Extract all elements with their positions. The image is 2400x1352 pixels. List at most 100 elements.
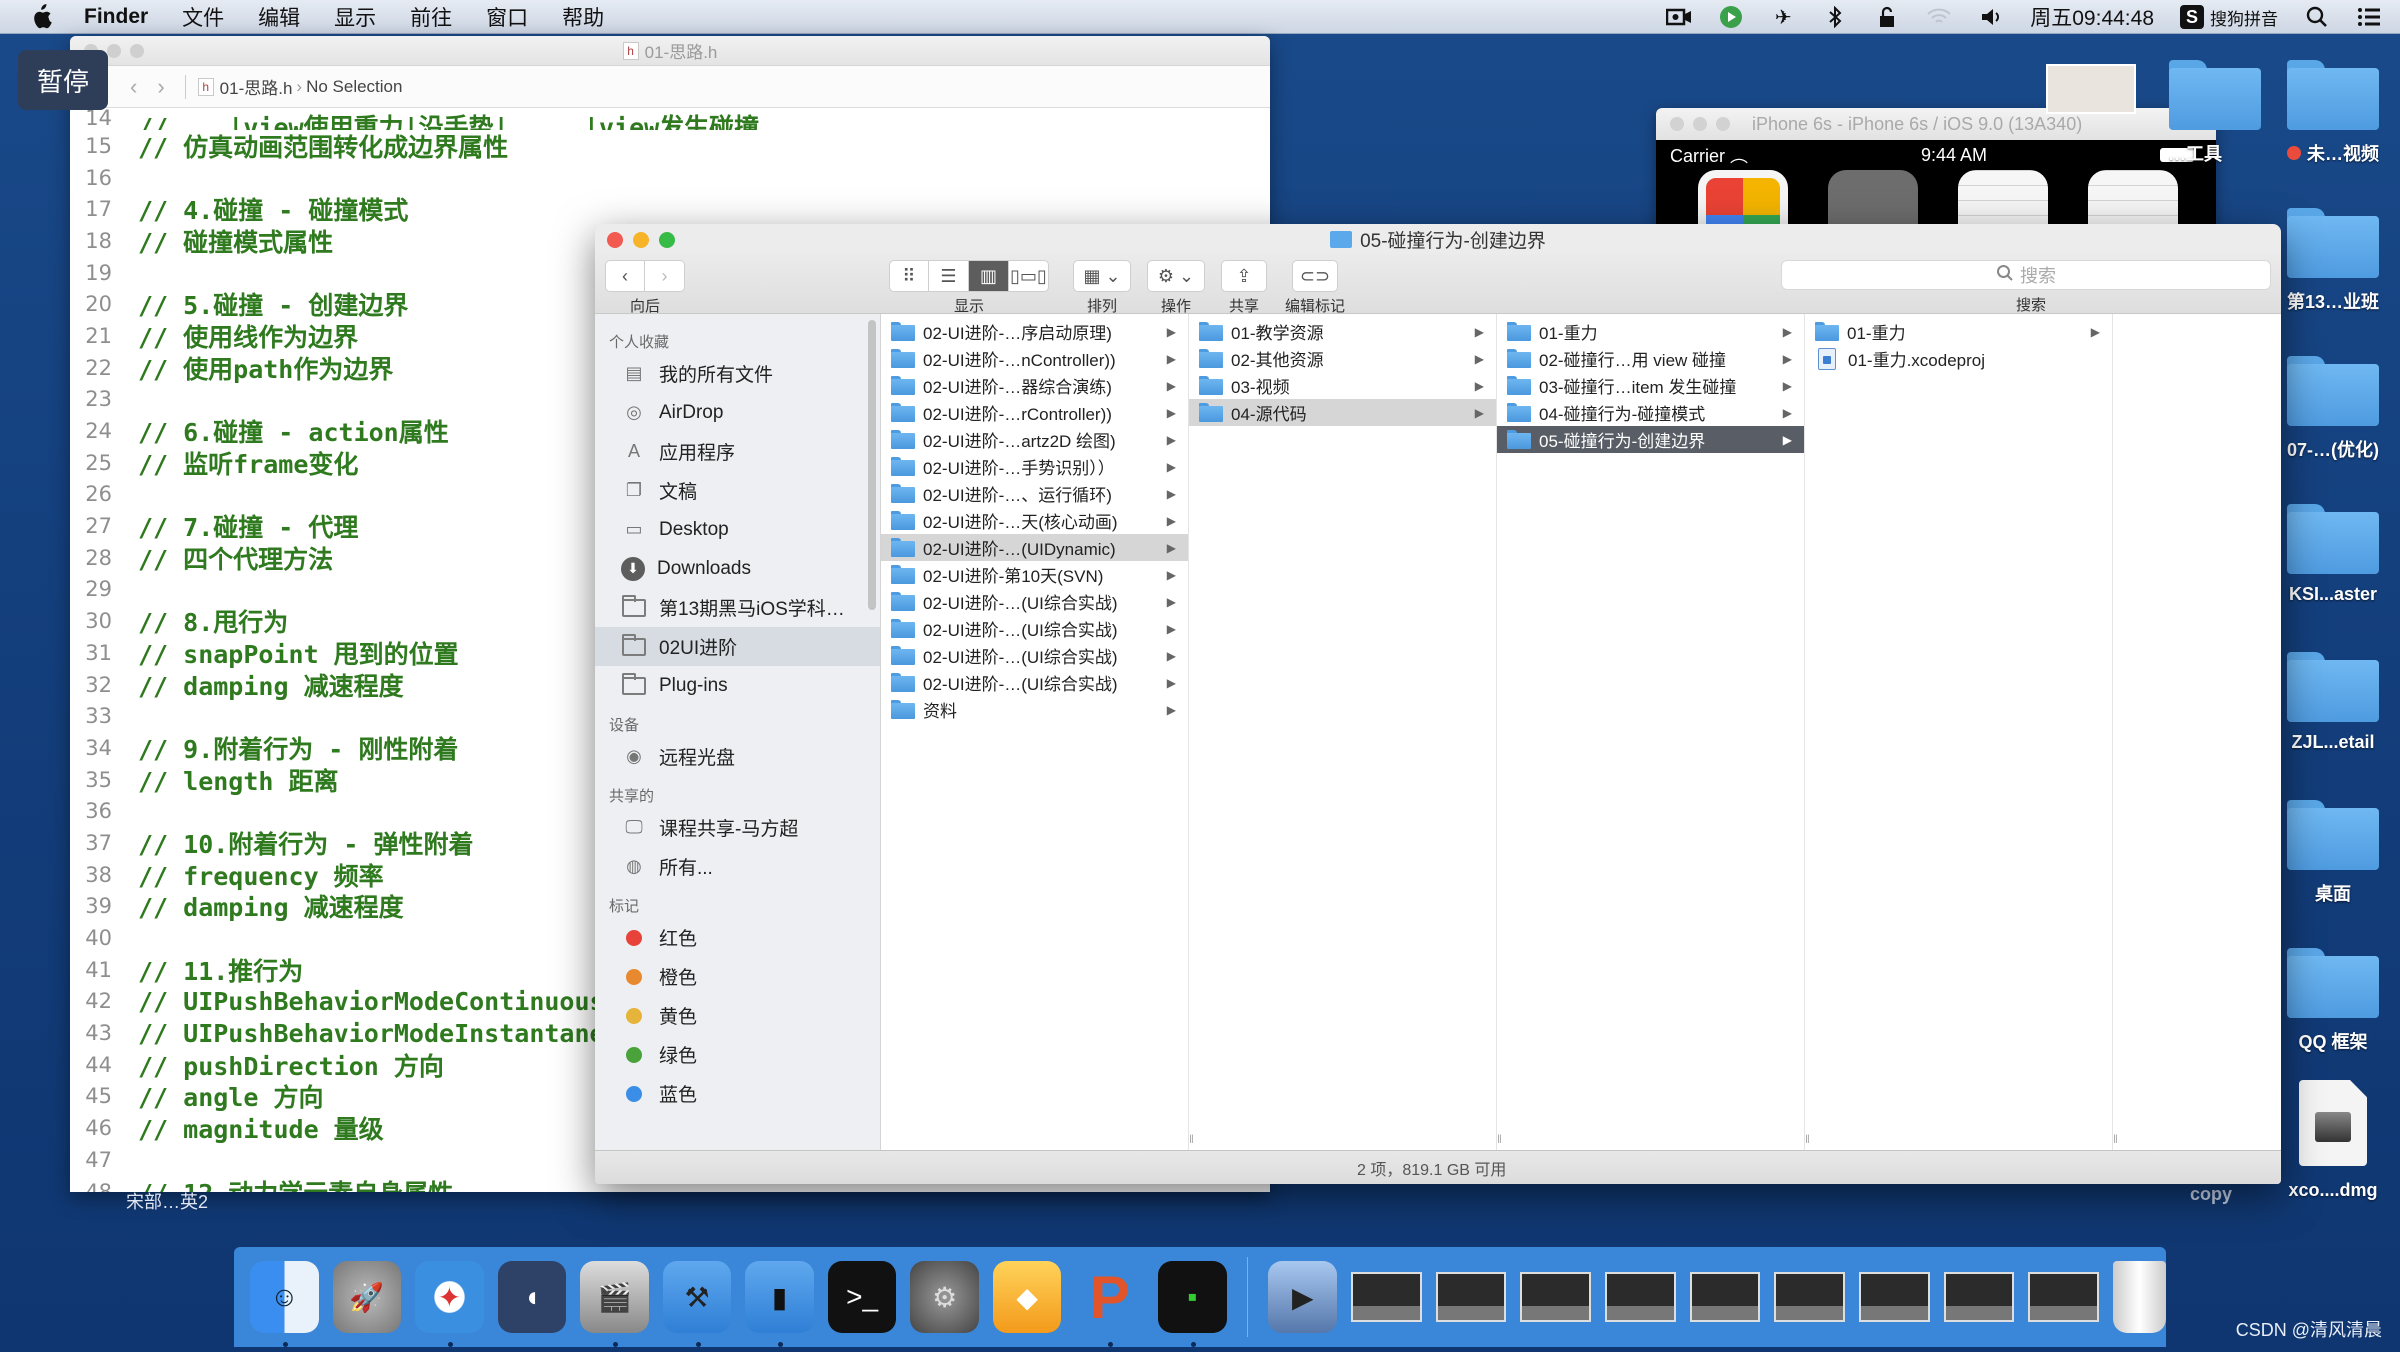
- sidebar-item[interactable]: Plug-ins: [595, 666, 880, 705]
- desktop-folder[interactable]: 07-…(优化): [2268, 356, 2398, 462]
- icon-view-button[interactable]: ⠿: [889, 260, 929, 292]
- forward-chevron-icon[interactable]: ›: [157, 74, 164, 100]
- forward-button[interactable]: ›: [645, 260, 685, 292]
- arrange-button[interactable]: ▦ ⌄: [1073, 260, 1131, 292]
- menu-go[interactable]: 前往: [410, 2, 452, 32]
- search-input[interactable]: 搜索: [1781, 260, 2271, 290]
- minimize-button[interactable]: [633, 232, 649, 248]
- desktop-file-label[interactable]: copy: [2190, 1184, 2232, 1205]
- column-item[interactable]: 02-UI进阶-…(UI综合实战) ▶: [881, 642, 1188, 669]
- column-item[interactable]: 02-UI进阶-…序启动原理) ▶: [881, 318, 1188, 345]
- back-chevron-icon[interactable]: ‹: [130, 74, 137, 100]
- sidebar-item[interactable]: ◎ AirDrop: [595, 393, 880, 432]
- column-item[interactable]: 04-碰撞行为-碰撞模式 ▶: [1497, 399, 1804, 426]
- code-line[interactable]: 16: [70, 162, 1270, 194]
- volume-icon[interactable]: [1978, 5, 2004, 29]
- zoom-button[interactable]: [1716, 117, 1730, 131]
- column-item[interactable]: 02-UI进阶-…artz2D 绘图) ▶: [881, 426, 1188, 453]
- sidebar-item[interactable]: 第13期黑马iOS学科…: [595, 588, 880, 627]
- menu-file[interactable]: 文件: [182, 2, 224, 32]
- sidebar-item[interactable]: ⬇ Downloads: [595, 549, 880, 588]
- cover-flow-button[interactable]: ▯▭▯: [1009, 260, 1049, 292]
- input-method-menu[interactable]: S 搜狗拼音: [2180, 5, 2278, 30]
- list-view-button[interactable]: ☰: [929, 260, 969, 292]
- code-line[interactable]: 14 // |view使用重力|沿手势| |view发生碰撞: [70, 108, 1270, 130]
- menu-window[interactable]: 窗口: [486, 2, 528, 32]
- sidebar-item[interactable]: 橙色: [595, 957, 880, 996]
- close-button[interactable]: [1670, 117, 1684, 131]
- trash-dock-icon[interactable]: [2112, 1261, 2167, 1333]
- sidebar-item[interactable]: 02UI进阶: [595, 627, 880, 666]
- code-line[interactable]: 17 // 4.碰撞 - 碰撞模式: [70, 193, 1270, 225]
- paw-dock-icon[interactable]: P: [1075, 1261, 1144, 1347]
- sidebar-item[interactable]: 🖵 课程共享-马方超: [595, 808, 880, 847]
- column-item[interactable]: 02-UI进阶-…(UI综合实战) ▶: [881, 615, 1188, 642]
- sidebar-item[interactable]: ❐ 文稿: [595, 471, 880, 510]
- breadcrumb-file[interactable]: 01-思路.h: [220, 74, 293, 99]
- media-player-dock-icon[interactable]: ▶: [1268, 1261, 1338, 1333]
- menu-view[interactable]: 显示: [334, 2, 376, 32]
- launchpad-dock-icon[interactable]: 🚀: [332, 1261, 402, 1333]
- desktop-folder[interactable]: KSI...aster: [2268, 504, 2398, 605]
- menu-clock[interactable]: 周五09:44:48: [2030, 2, 2154, 32]
- sidebar-heading-devices[interactable]: 设备: [595, 711, 880, 737]
- column-item[interactable]: 02-UI进阶-…天(核心动画) ▶: [881, 507, 1188, 534]
- code-line[interactable]: 15 // 仿真动画范围转化成边界属性: [70, 130, 1270, 162]
- pause-button[interactable]: 暂停: [18, 50, 108, 110]
- desktop-folder[interactable]: QQ 框架: [2268, 948, 2398, 1054]
- desktop-folder[interactable]: 桌面: [2268, 800, 2398, 906]
- minimized-window-thumbnail[interactable]: [1604, 1272, 1676, 1322]
- system-preferences-dock-icon[interactable]: ⚙: [910, 1261, 979, 1333]
- sidebar-item[interactable]: 绿色: [595, 1035, 880, 1074]
- mouse-app-dock-icon[interactable]: ◖: [497, 1261, 567, 1333]
- column-item[interactable]: 02-UI进阶-…、运行循环) ▶: [881, 480, 1188, 507]
- desktop-image-thumbnail[interactable]: [2026, 64, 2156, 114]
- sidebar-heading-tags[interactable]: 标记: [595, 892, 880, 918]
- column-item[interactable]: 02-UI进阶-…rController)) ▶: [881, 399, 1188, 426]
- minimize-button[interactable]: [1693, 117, 1707, 131]
- notification-center-icon[interactable]: [2356, 5, 2382, 29]
- finder-dock-icon[interactable]: ☺: [250, 1261, 319, 1347]
- close-button[interactable]: [607, 232, 623, 248]
- column-item[interactable]: 01-重力 ▶: [1805, 318, 2112, 345]
- column-item[interactable]: 01-教学资源 ▶: [1189, 318, 1496, 345]
- zoom-button[interactable]: [659, 232, 675, 248]
- console-dock-icon[interactable]: ▪: [1158, 1261, 1227, 1347]
- edit-tags-button[interactable]: ⊂⊃: [1292, 260, 1338, 292]
- simulator-dock-icon[interactable]: ▮: [745, 1261, 814, 1347]
- minimized-window-thumbnail[interactable]: [2028, 1272, 2099, 1322]
- minimized-window-thumbnail[interactable]: [1943, 1272, 2015, 1322]
- column-item[interactable]: 04-源代码 ▶: [1189, 399, 1496, 426]
- bluetooth-icon[interactable]: [1822, 5, 1848, 29]
- column-item[interactable]: 02-UI进阶-…(UIDynamic) ▶: [881, 534, 1188, 561]
- airplane-icon[interactable]: ✈: [1770, 5, 1796, 29]
- minimized-window-thumbnail[interactable]: [1351, 1272, 1422, 1322]
- sidebar-item[interactable]: ▤ 我的所有文件: [595, 354, 880, 393]
- minimized-window-thumbnail[interactable]: [1858, 1272, 1930, 1322]
- play-icon[interactable]: [1718, 5, 1744, 29]
- column-item[interactable]: 02-UI进阶-第10天(SVN) ▶: [881, 561, 1188, 588]
- menu-finder[interactable]: Finder: [84, 5, 148, 29]
- column-item[interactable]: 05-碰撞行为-创建边界 ▶: [1497, 426, 1804, 453]
- sidebar-scrollbar[interactable]: [868, 320, 876, 610]
- minimized-window-thumbnail[interactable]: [1520, 1272, 1591, 1322]
- action-button[interactable]: ⚙ ⌄: [1147, 260, 1205, 292]
- column-item[interactable]: 资料 ▶: [881, 696, 1188, 723]
- sidebar-heading-favorites[interactable]: 个人收藏: [595, 328, 880, 354]
- column-item[interactable]: 02-UI进阶-…nController)) ▶: [881, 345, 1188, 372]
- sidebar-item[interactable]: ◉ 远程光盘: [595, 737, 880, 776]
- desktop-folder[interactable]: …工具: [2150, 60, 2280, 166]
- safari-dock-icon[interactable]: ✦: [415, 1261, 484, 1347]
- column-item[interactable]: 02-UI进阶-…器综合演练) ▶: [881, 372, 1188, 399]
- menu-edit[interactable]: 编辑: [258, 2, 300, 32]
- minimized-window-thumbnail[interactable]: [1435, 1272, 1507, 1322]
- column-item[interactable]: 03-视频 ▶: [1189, 372, 1496, 399]
- sidebar-heading-shared[interactable]: 共享的: [595, 782, 880, 808]
- column-item[interactable]: 01-重力 ▶: [1497, 318, 1804, 345]
- back-button[interactable]: ‹: [605, 260, 645, 292]
- zoom-button[interactable]: [130, 44, 144, 58]
- column-item[interactable]: 02-UI进阶-…(UI综合实战) ▶: [881, 669, 1188, 696]
- desktop-folder[interactable]: ZJL...etail: [2268, 652, 2398, 753]
- terminal-dock-icon[interactable]: >_: [827, 1261, 897, 1333]
- desktop-dmg-file[interactable]: xco....dmg: [2268, 1080, 2398, 1201]
